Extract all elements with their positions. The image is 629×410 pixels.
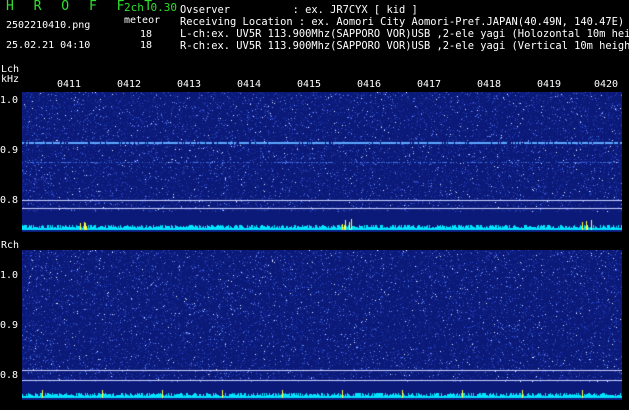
time-tick: 0411 <box>57 79 82 90</box>
time-tick: 0412 <box>117 79 142 90</box>
mode-label: 2ch 0.30 <box>124 1 177 14</box>
observer-info: Ovserver : ex. JR7CYX [ kid ] <box>180 4 418 16</box>
rch-spectrogram <box>22 250 622 400</box>
time-tick: 0416 <box>357 79 382 90</box>
rch-ytick-1.0: 1.0 <box>0 270 19 281</box>
timestamp: 25.02.21 04:10 <box>6 40 91 51</box>
time-tick: 0418 <box>477 79 502 90</box>
lch-info: L-ch:ex. UV5R 113.900Mhz(SAPPORO VOR)USB… <box>180 28 629 40</box>
lch-ytick-0.8: 0.8 <box>0 195 19 206</box>
rch-label: Rch <box>1 240 20 251</box>
lch-ytick-1.0: 1.0 <box>0 95 19 106</box>
time-tick: 0417 <box>417 79 442 90</box>
lch-meteor-count: 18 <box>140 29 153 40</box>
meteor-label: meteor <box>124 15 161 26</box>
lch-ytick-0.9: 0.9 <box>0 145 19 156</box>
time-tick: 0420 <box>594 79 619 90</box>
time-tick: 0414 <box>237 79 262 90</box>
rch-ytick-0.9: 0.9 <box>0 320 19 331</box>
lch-spectrogram-canvas <box>22 92 622 232</box>
rch-spectrogram-canvas <box>22 250 622 400</box>
time-tick: 0419 <box>537 79 562 90</box>
location-info: Receiving Location : ex. Aomori City Aom… <box>180 16 625 28</box>
time-tick: 0415 <box>297 79 322 90</box>
time-tick: 0413 <box>177 79 202 90</box>
rch-ytick-0.8: 0.8 <box>0 370 19 381</box>
rch-meteor-count: 18 <box>140 40 153 51</box>
filename: 2502210410.png <box>6 20 91 31</box>
lch-unit: kHz <box>1 74 20 85</box>
lch-spectrogram <box>22 92 622 232</box>
rch-info: R-ch:ex. UV5R 113.900Mhz(SAPPORO VOR)USB… <box>180 40 629 52</box>
